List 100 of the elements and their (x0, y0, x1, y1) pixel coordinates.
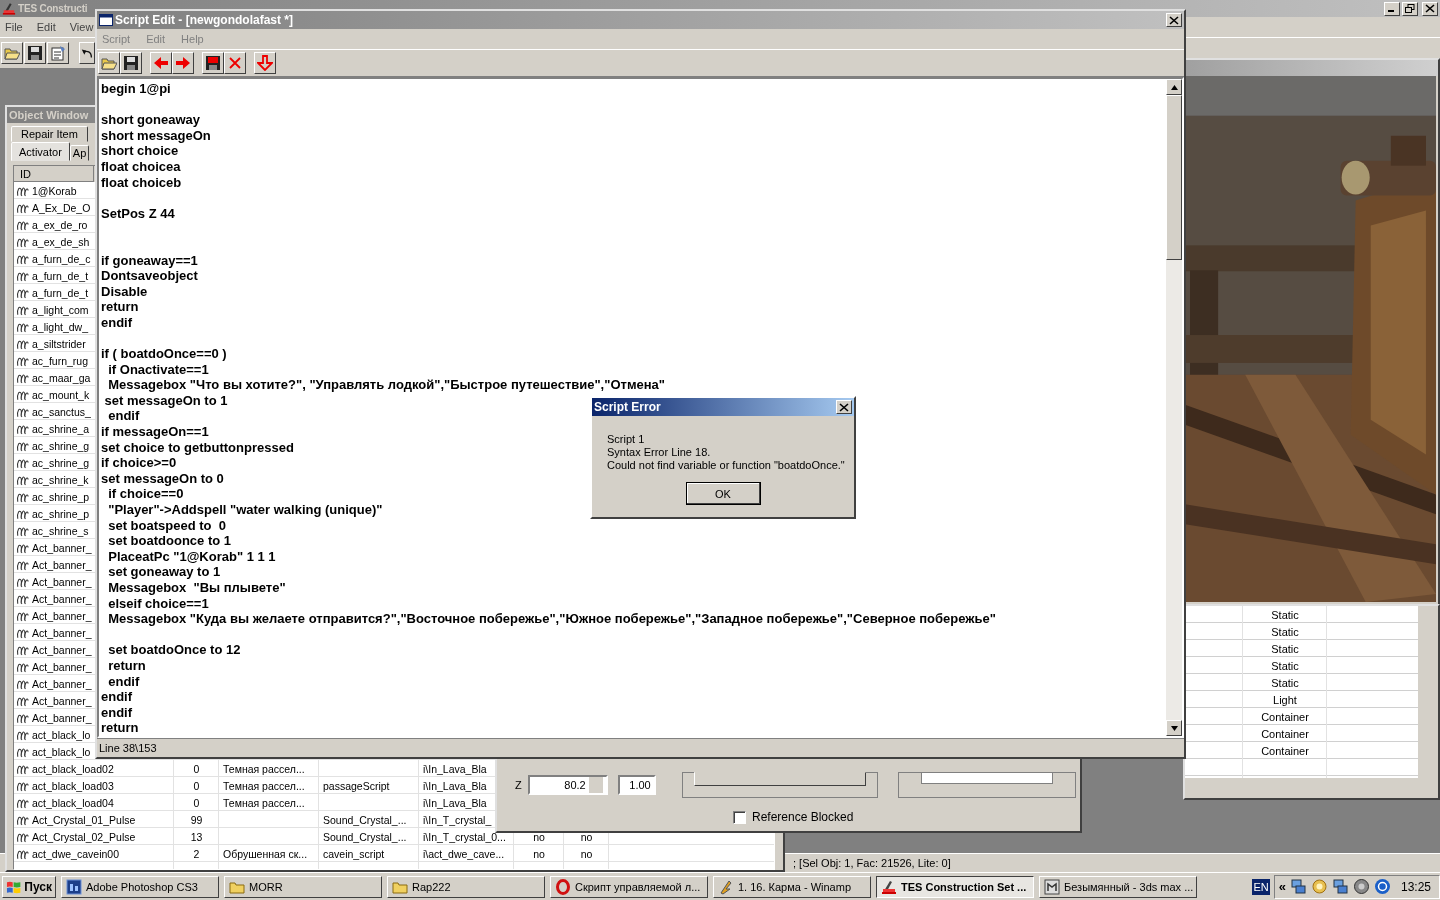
language-indicator[interactable]: EN (1252, 878, 1270, 895)
toolbar-button[interactable] (150, 52, 172, 74)
table-cell: Static (1271, 659, 1299, 672)
minimize-button[interactable] (1384, 1, 1400, 16)
toolbar-button[interactable] (1, 42, 23, 64)
table-cell[interactable]: ac_shrine_a (32, 422, 90, 435)
toolbar-button[interactable] (47, 42, 69, 64)
close-button[interactable] (1422, 1, 1438, 16)
table-cell[interactable]: ac_shrine_k (32, 473, 89, 486)
activator-icon (16, 745, 30, 758)
table-cell[interactable]: Act_banner_ (32, 575, 92, 588)
table-cell[interactable]: a_light_dw_ (32, 320, 89, 333)
tab[interactable]: Repair Item (11, 126, 88, 142)
table-cell[interactable]: a_siltstrider (32, 337, 86, 350)
table-cell[interactable]: ac_shrine_p (32, 490, 90, 503)
dropdown[interactable] (920, 772, 1053, 784)
table-cell[interactable]: ac_shrine_s (32, 524, 89, 537)
table-cell[interactable]: ac_sanctus_ (32, 405, 91, 418)
table-cell-text: Обрушенная ск... (222, 847, 309, 860)
column-header[interactable]: ID (14, 166, 94, 182)
activator-icon (16, 337, 30, 350)
table-cell[interactable]: ac_maar_ga (32, 371, 91, 384)
table-cell[interactable]: act_dwe_cavein00 (32, 847, 119, 860)
table-cell[interactable]: Act_banner_ (32, 660, 92, 673)
table-cell[interactable]: 1@Korab (32, 184, 77, 197)
menu-item[interactable]: Edit (36, 21, 56, 33)
toolbar-button[interactable] (172, 52, 194, 74)
tab[interactable]: Activator (11, 142, 70, 161)
table-cell-text: Sound_Crystal_... (322, 813, 408, 826)
tab[interactable]: Ap (69, 145, 90, 161)
toolbar-button[interactable] (202, 52, 224, 74)
window-title: Object Window (9, 109, 89, 121)
table-cell[interactable]: Act_banner_ (32, 541, 92, 554)
code-line: if Onactivate==1 (107, 361, 209, 377)
table-cell[interactable]: ac_shrine_g (32, 439, 90, 452)
toolbar-button[interactable] (24, 42, 46, 64)
toolbar-button[interactable] (120, 52, 142, 74)
table-cell[interactable]: act_black_lo (32, 745, 91, 758)
table-cell[interactable]: Act_banner_ (32, 558, 92, 571)
menu-item[interactable]: View (69, 21, 94, 33)
close-button[interactable] (1166, 13, 1182, 27)
checkbox[interactable] (733, 810, 746, 824)
toolbar-button[interactable] (224, 52, 246, 74)
table-cell[interactable]: ac_mount_k (32, 388, 90, 401)
number-field[interactable]: 1.00 (617, 775, 656, 795)
activator-icon (16, 252, 30, 265)
taskbar-button[interactable]: Безымянный - 3ds max ... (1039, 875, 1197, 898)
table-cell[interactable]: A_Ex_De_O (32, 201, 91, 214)
table-cell[interactable]: Act_banner_ (32, 609, 92, 622)
scroll-down-button[interactable] (1166, 720, 1182, 736)
tray-expand-button[interactable]: « (1278, 879, 1286, 894)
table-cell[interactable]: ac_furn_rug (32, 354, 89, 367)
table-cell[interactable]: a_light_com (32, 303, 89, 316)
activator-icon (16, 711, 30, 724)
activator-icon (16, 422, 30, 435)
taskbar-button[interactable]: MORR (224, 875, 382, 898)
table-cell[interactable]: act_black_load03 (32, 779, 114, 792)
table-cell[interactable]: Act_banner_ (32, 592, 92, 605)
number-field[interactable]: 80.2 (527, 775, 608, 795)
table-cell[interactable]: Act_Crystal_01_Pulse (32, 813, 136, 826)
table-cell[interactable]: Act_banner_ (32, 677, 92, 690)
taskbar-button[interactable]: Rap222 (387, 875, 545, 898)
table-cell[interactable]: a_furn_de_c (32, 252, 91, 265)
folder-icon (4, 45, 20, 61)
toolbar-button[interactable] (98, 52, 120, 74)
table-cell[interactable]: a_furn_de_t (32, 269, 89, 282)
network-icon[interactable] (1331, 878, 1349, 895)
undo-button[interactable] (79, 42, 95, 64)
table-cell[interactable]: Act_Crystal_02_Pulse (32, 830, 136, 843)
app-icon (1044, 878, 1060, 895)
taskbar-button[interactable]: TES Construction Set ... (876, 875, 1034, 898)
table-cell[interactable]: act_black_lo (32, 728, 91, 741)
table-cell[interactable]: a_ex_de_sh (32, 235, 90, 248)
down-arrow-icon (1170, 725, 1178, 731)
ok-button[interactable]: OK (685, 482, 761, 505)
table-cell[interactable]: Act_banner_ (32, 626, 92, 639)
table-cell[interactable]: ac_shrine_g (32, 456, 90, 469)
scrollbar-thumb[interactable] (1166, 95, 1182, 260)
table-cell[interactable]: Act_banner_ (32, 643, 92, 656)
table-cell-text: no (532, 830, 546, 843)
table-cell[interactable]: Act_banner_ (32, 711, 92, 724)
menu-item[interactable]: File (5, 21, 23, 33)
taskbar-button[interactable]: 1. 16. Карма - Winamp (713, 875, 871, 898)
table-cell[interactable]: act_black_load04 (32, 796, 114, 809)
apply-button[interactable] (693, 772, 866, 786)
network-icon[interactable] (1289, 878, 1307, 895)
taskbar-button[interactable]: Скрипт управляемой л... (550, 875, 708, 898)
restore-button[interactable] (1402, 1, 1418, 16)
table-cell[interactable]: act_black_load02 (32, 762, 114, 775)
close-button[interactable] (836, 400, 852, 414)
left-arrow-icon (153, 55, 169, 71)
table-cell[interactable]: a_furn_de_t (32, 286, 89, 299)
scroll-up-button[interactable] (1166, 79, 1182, 95)
table-cell[interactable]: Act_banner_ (32, 694, 92, 707)
table-cell[interactable]: ac_shrine_p (32, 507, 90, 520)
table-cell[interactable]: a_ex_de_ro (32, 218, 88, 231)
code-line: PlaceatPc "1@Korab" 1 1 1 (107, 548, 276, 564)
taskbar-button[interactable]: Adobe Photoshop CS3 (61, 875, 219, 898)
start-button[interactable]: Пуск (2, 875, 56, 898)
toolbar-button[interactable] (254, 52, 276, 74)
